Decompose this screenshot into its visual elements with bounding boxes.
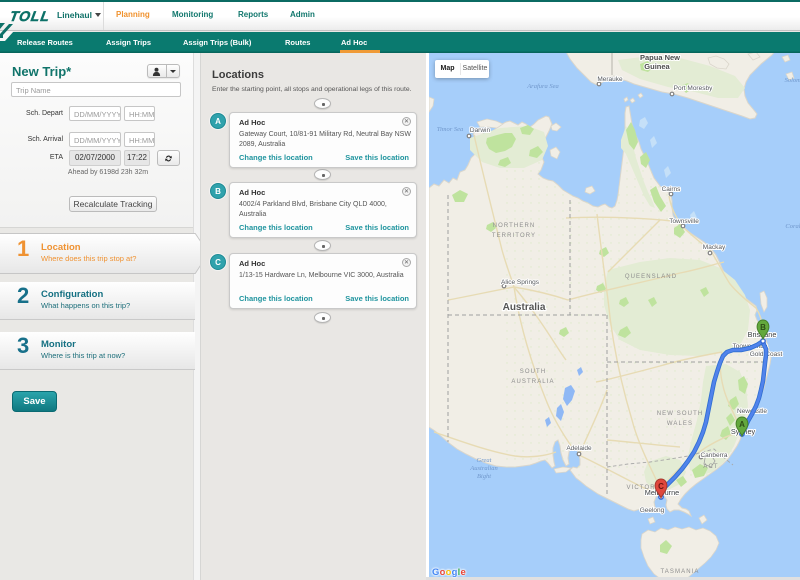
svg-text:Cairns: Cairns xyxy=(662,186,682,193)
svg-text:SOUTH: SOUTH xyxy=(520,369,547,375)
svg-text:Bight: Bight xyxy=(477,473,491,480)
svg-text:TERRITORY: TERRITORY xyxy=(492,233,536,239)
svg-text:Australian: Australian xyxy=(469,465,497,472)
svg-text:Papua New: Papua New xyxy=(640,53,680,62)
svg-text:Darwin: Darwin xyxy=(470,127,491,134)
svg-text:NORTHERN: NORTHERN xyxy=(493,223,536,229)
svg-text:Canberra: Canberra xyxy=(700,452,727,459)
svg-text:WALES: WALES xyxy=(667,421,693,427)
svg-text:Guinea: Guinea xyxy=(644,62,670,71)
svg-text:ACT: ACT xyxy=(703,464,718,470)
svg-text:Great: Great xyxy=(477,457,492,464)
svg-text:Port Moresby: Port Moresby xyxy=(674,85,713,92)
svg-text:Alice Springs: Alice Springs xyxy=(501,279,540,286)
svg-text:Arafura Sea: Arafura Sea xyxy=(526,83,559,90)
svg-text:Timor Sea: Timor Sea xyxy=(437,126,464,133)
svg-text:C: C xyxy=(658,482,664,491)
svg-text:Coral: Coral xyxy=(785,223,800,230)
svg-text:Geelong: Geelong xyxy=(640,507,665,514)
svg-text:Adelaide: Adelaide xyxy=(566,445,592,452)
svg-text:A: A xyxy=(739,420,745,429)
svg-text:NEW SOUTH: NEW SOUTH xyxy=(657,411,704,417)
svg-text:Australia: Australia xyxy=(503,302,546,313)
svg-text:TASMANIA: TASMANIA xyxy=(660,569,699,575)
svg-text:Merauke: Merauke xyxy=(597,76,623,83)
svg-text:Mackay: Mackay xyxy=(703,244,726,251)
svg-text:B: B xyxy=(760,323,766,332)
svg-text:Townsville: Townsville xyxy=(669,218,699,225)
svg-text:AUSTRALIA: AUSTRALIA xyxy=(511,379,554,385)
svg-text:QUEENSLAND: QUEENSLAND xyxy=(625,274,677,280)
svg-text:Solomon: Solomon xyxy=(785,77,800,84)
